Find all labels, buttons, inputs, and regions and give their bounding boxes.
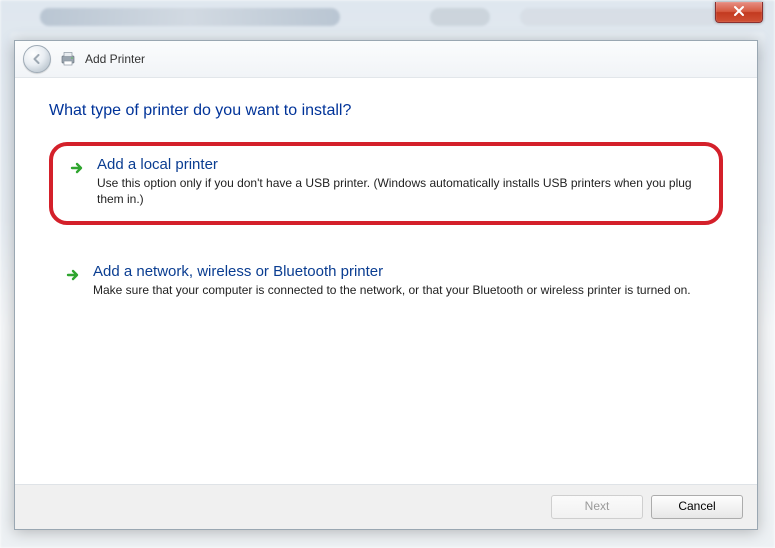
- arrow-right-icon: [69, 160, 85, 176]
- wizard-content: What type of printer do you want to inst…: [15, 78, 757, 313]
- wizard-question: What type of printer do you want to inst…: [49, 102, 723, 120]
- next-button: Next: [551, 495, 643, 519]
- back-arrow-icon: [30, 52, 44, 66]
- option-heading: Add a network, wireless or Bluetooth pri…: [93, 263, 703, 280]
- close-button[interactable]: [715, 2, 763, 23]
- wizard-header: Add Printer: [15, 41, 757, 78]
- arrow-right-icon: [65, 267, 81, 283]
- close-icon: [733, 5, 745, 17]
- wizard-footer: Next Cancel: [15, 484, 757, 529]
- wizard-title: Add Printer: [85, 52, 145, 66]
- option-network-printer[interactable]: Add a network, wireless or Bluetooth pri…: [49, 253, 723, 312]
- printer-icon: [59, 50, 77, 68]
- back-button[interactable]: [23, 45, 51, 73]
- option-description: Use this option only if you don't have a…: [97, 175, 699, 207]
- wizard-panel: Add Printer What type of printer do you …: [14, 40, 758, 530]
- option-description: Make sure that your computer is connecte…: [93, 282, 703, 298]
- option-local-printer[interactable]: Add a local printer Use this option only…: [49, 142, 723, 225]
- cancel-button[interactable]: Cancel: [651, 495, 743, 519]
- option-heading: Add a local printer: [97, 156, 699, 173]
